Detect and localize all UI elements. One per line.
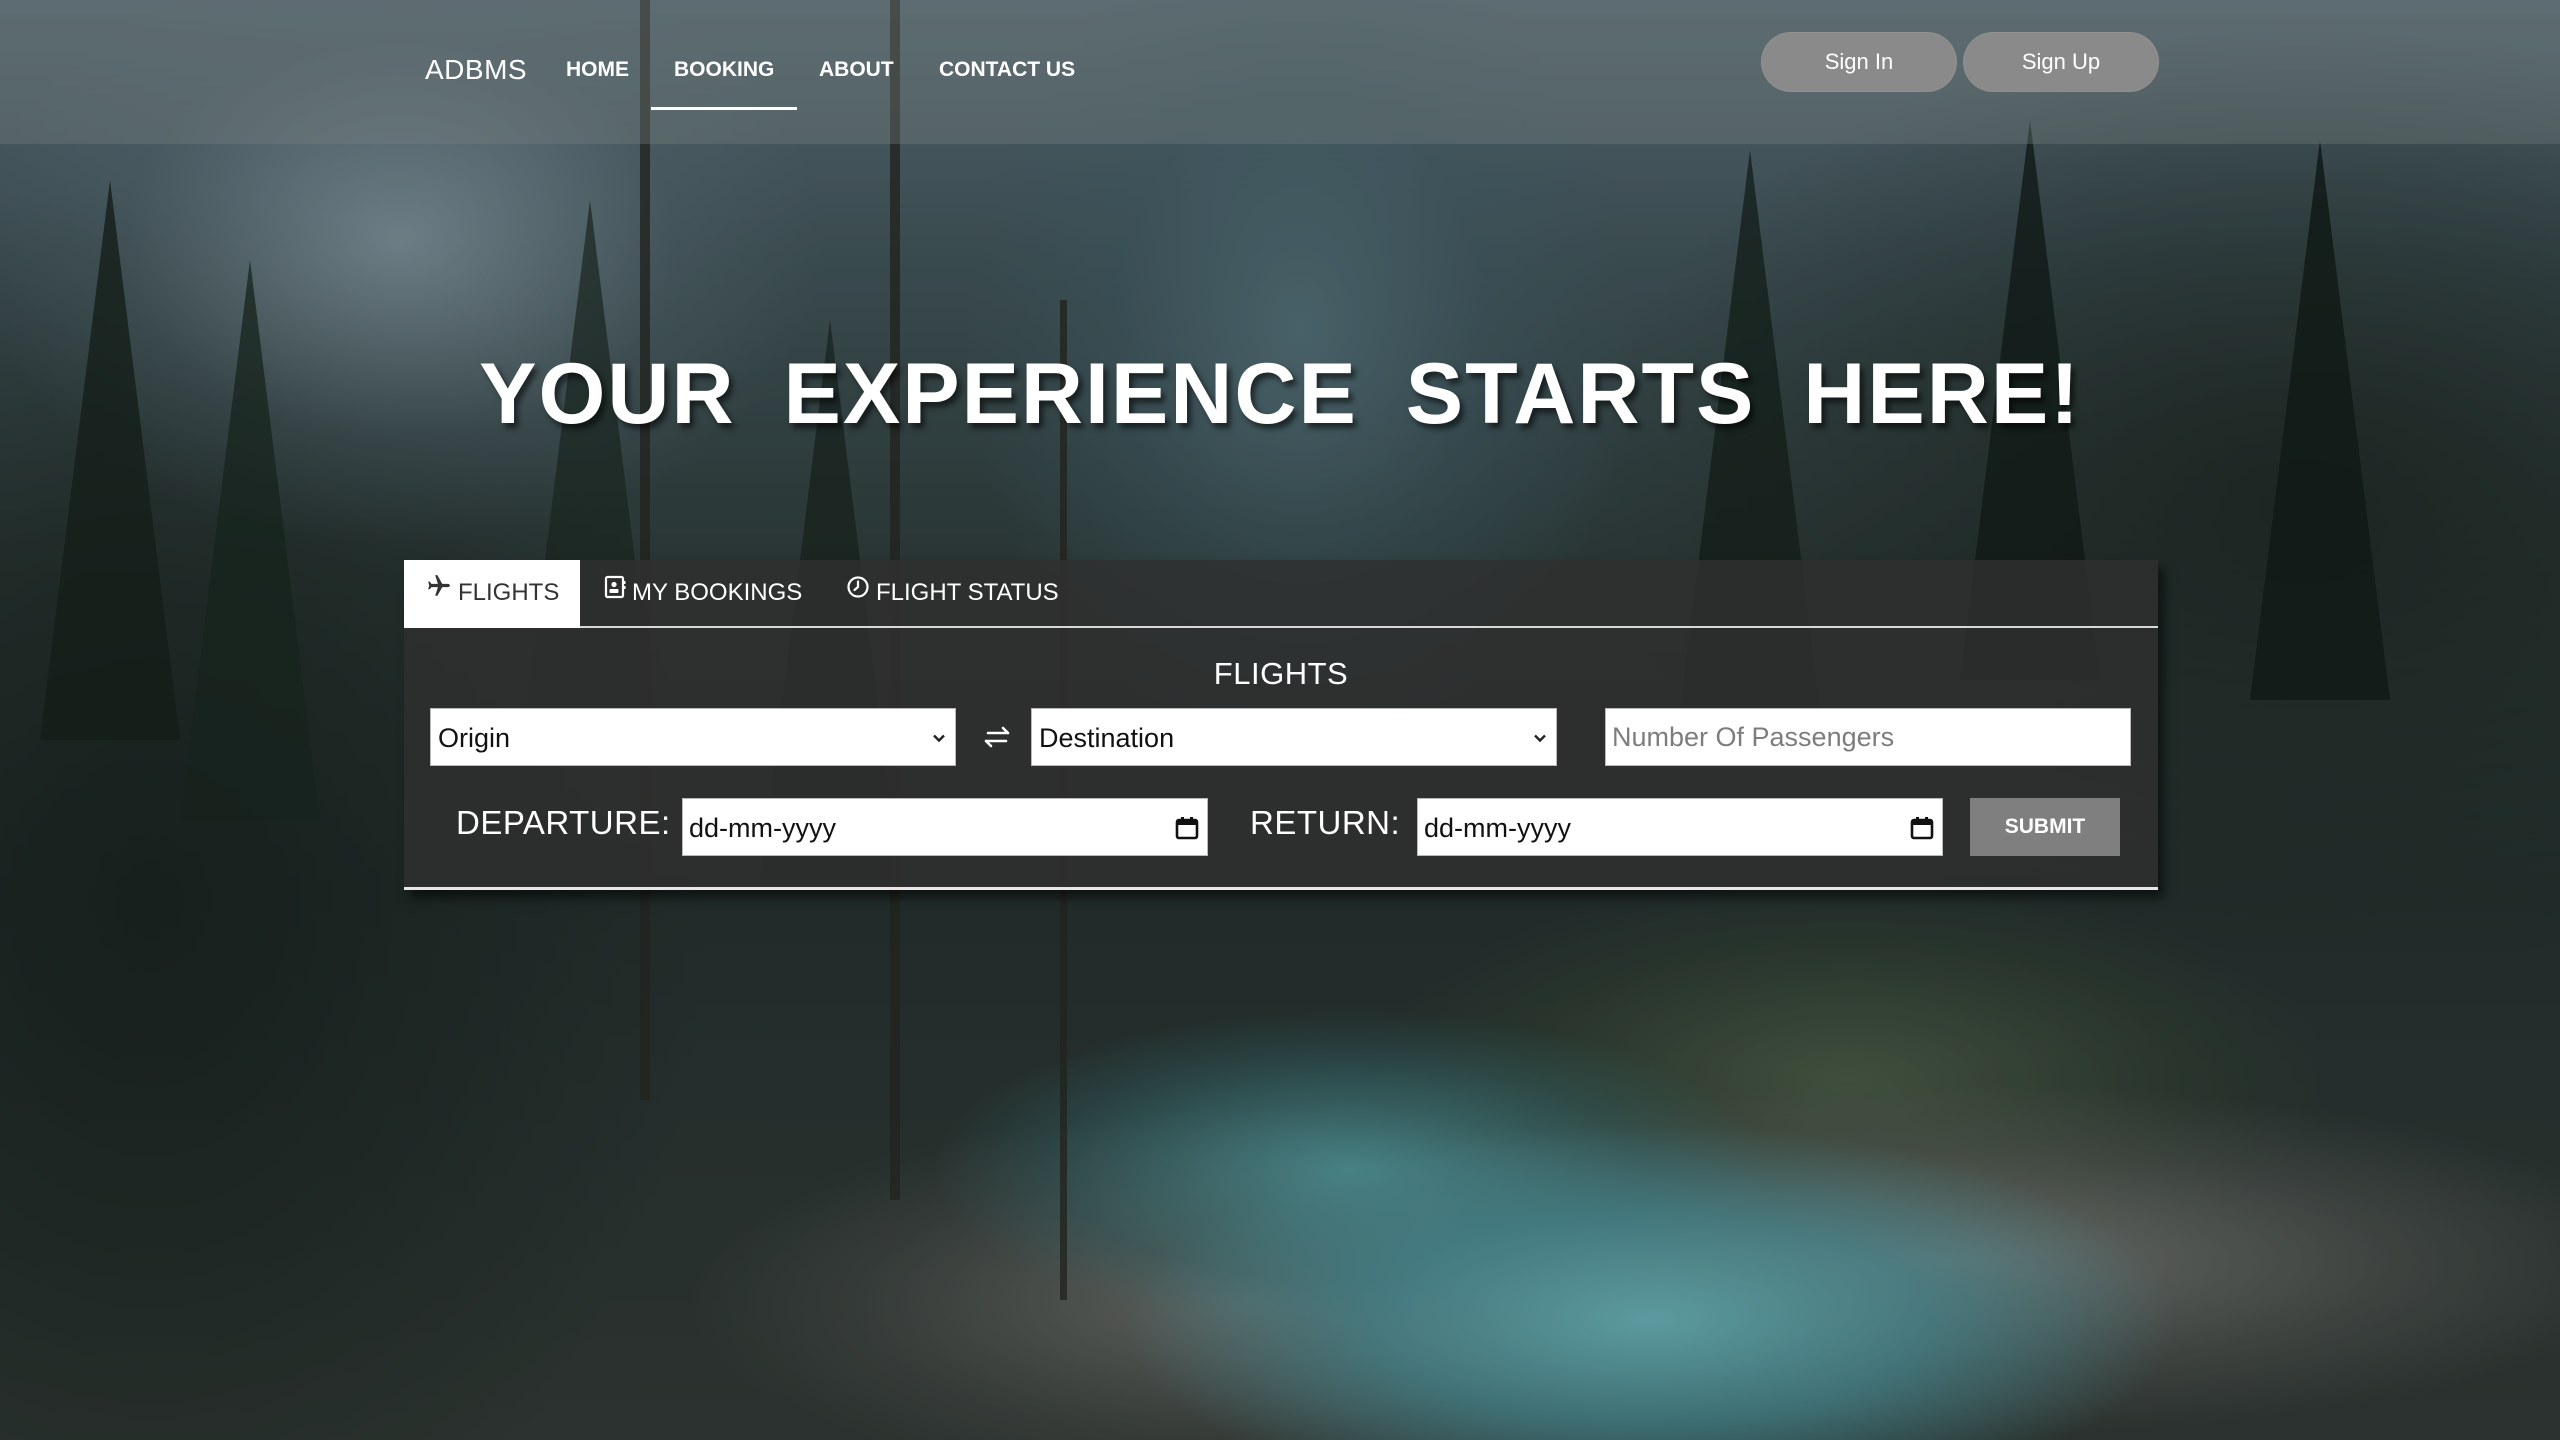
chevron-down-icon bbox=[929, 728, 949, 753]
booking-panel: FLIGHTS MY BOOKINGS FLIGHT STATUS FLIGHT… bbox=[404, 560, 2158, 890]
chevron-down-icon bbox=[1530, 728, 1550, 753]
tab-flights[interactable]: FLIGHTS bbox=[404, 560, 580, 628]
departure-date-value: dd-mm-yyyy bbox=[689, 813, 836, 843]
origin-select-value: Origin bbox=[438, 723, 511, 753]
tab-flights-label: FLIGHTS bbox=[458, 579, 560, 606]
brand-logo-text[interactable]: ADBMS bbox=[425, 54, 527, 86]
return-label: RETURN: bbox=[1250, 804, 1401, 841]
destination-select-value: Destination bbox=[1039, 723, 1175, 753]
calendar-icon[interactable] bbox=[1173, 814, 1201, 847]
top-navbar: ADBMS HOME BOOKING ABOUT CONTACT US Sign… bbox=[0, 0, 2560, 144]
booking-tab-bar: FLIGHTS MY BOOKINGS FLIGHT STATUS bbox=[404, 560, 2158, 628]
origin-select[interactable]: Origin bbox=[430, 708, 956, 766]
hero-title: YOUR EXPERIENCE STARTS HERE! bbox=[479, 346, 2081, 442]
submit-button[interactable]: SUBMIT bbox=[1970, 798, 2120, 856]
flights-heading: FLIGHTS bbox=[1213, 656, 1349, 691]
panel-bottom-border bbox=[404, 887, 2158, 890]
clock-icon bbox=[846, 559, 870, 625]
tab-my-bookings-label: MY BOOKINGS bbox=[632, 579, 803, 606]
departure-label: DEPARTURE: bbox=[456, 804, 671, 841]
calendar-icon[interactable] bbox=[1908, 814, 1936, 847]
plane-icon bbox=[426, 559, 452, 625]
swap-arrows-icon[interactable] bbox=[977, 717, 1017, 757]
nav-booking-link[interactable]: BOOKING bbox=[674, 58, 774, 82]
passengers-input[interactable] bbox=[1605, 708, 2131, 766]
booking-card-icon bbox=[604, 559, 626, 625]
return-date-value: dd-mm-yyyy bbox=[1424, 813, 1571, 843]
sign-up-button[interactable]: Sign Up bbox=[1963, 32, 2159, 92]
return-date-input[interactable]: dd-mm-yyyy bbox=[1417, 798, 1943, 856]
nav-contact-us-link[interactable]: CONTACT US bbox=[939, 58, 1075, 82]
page: ADBMS HOME BOOKING ABOUT CONTACT US Sign… bbox=[0, 0, 2560, 1440]
departure-date-input[interactable]: dd-mm-yyyy bbox=[682, 798, 1208, 856]
tab-my-bookings[interactable]: MY BOOKINGS bbox=[604, 560, 802, 626]
destination-select[interactable]: Destination bbox=[1031, 708, 1557, 766]
sign-in-button[interactable]: Sign In bbox=[1761, 32, 1957, 92]
nav-home-link[interactable]: HOME bbox=[566, 58, 629, 82]
nav-about-link[interactable]: ABOUT bbox=[819, 58, 894, 82]
tab-flight-status[interactable]: FLIGHT STATUS bbox=[846, 560, 1059, 626]
active-nav-underline bbox=[651, 107, 797, 110]
tab-flight-status-label: FLIGHT STATUS bbox=[876, 579, 1059, 606]
